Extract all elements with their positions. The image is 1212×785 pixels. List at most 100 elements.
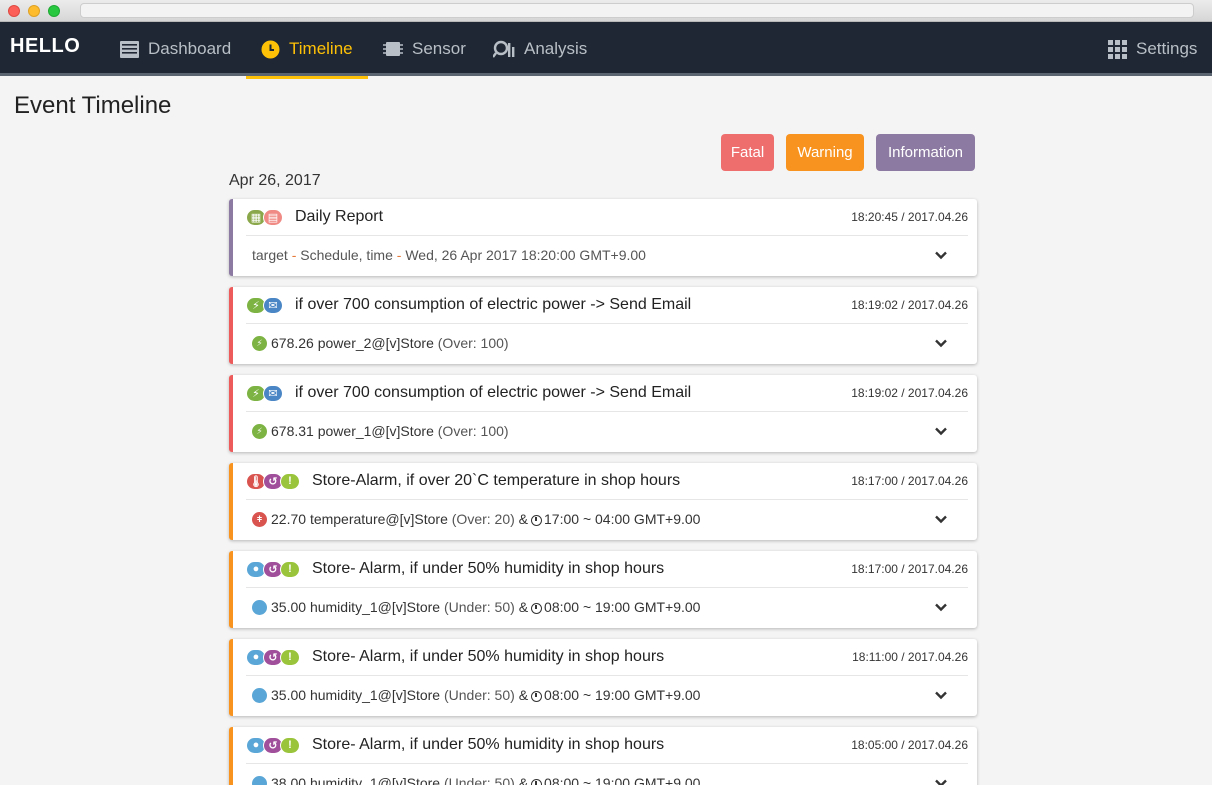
detail-ampersand: & <box>518 775 529 785</box>
alert-icon: ! <box>280 472 300 490</box>
sensor-condition: (Over: 100) <box>437 423 509 439</box>
close-window-button[interactable] <box>8 5 20 17</box>
clock-icon <box>531 778 543 785</box>
event-title: Store-Alarm, if over 20`C temperature in… <box>312 472 681 489</box>
zoom-window-button[interactable] <box>48 5 60 17</box>
sensor-name: power_1@[v]Store <box>317 423 434 439</box>
event-timestamp: 18:17:00 / 2017.04.26 <box>851 474 968 488</box>
event-timestamp: 18:20:45 / 2017.04.26 <box>851 210 968 224</box>
event-detail: 35.00 humidity_1@[v]Store (Under: 50) & 0… <box>252 591 948 623</box>
event-badges: ⚡ ✉ <box>246 296 283 314</box>
event-timestamp: 18:05:00 / 2017.04.26 <box>851 738 968 752</box>
alert-icon: ! <box>280 736 300 754</box>
event-badges: 🌡︎ ↺ ! <box>246 472 300 490</box>
event-badges: ● ↺ ! <box>246 560 300 578</box>
event-badges: ● ↺ ! <box>246 648 300 666</box>
detail-separator: - <box>287 247 301 263</box>
event-detail: ⚡ 678.31 power_1@[v]Store (Over: 100) <box>252 415 948 447</box>
detail-target-value: Schedule, time <box>300 247 393 263</box>
chevron-down-icon[interactable] <box>933 775 949 785</box>
event-detail: 35.00 humidity_1@[v]Store (Under: 50) & 0… <box>252 679 948 711</box>
filter-information-button[interactable]: Information <box>876 134 975 171</box>
report-icon: ▤ <box>263 208 283 226</box>
thermometer-icon: ǂ <box>252 511 267 527</box>
event-timestamp: 18:11:00 / 2017.04.26 <box>852 650 968 664</box>
detail-ampersand: & <box>518 687 529 703</box>
event-card[interactable]: ▦ ▤ Daily Report 18:20:45 / 2017.04.26 t… <box>229 199 977 276</box>
sensor-value: 678.26 <box>271 335 314 351</box>
shop-hours: 08:00 ~ 19:00 GMT+9.00 <box>544 775 701 785</box>
event-timestamp: 18:19:02 / 2017.04.26 <box>851 386 968 400</box>
sensor-value: 38.00 <box>271 775 307 785</box>
sensor-name: humidity_1@[v]Store <box>309 775 441 785</box>
event-card[interactable]: ⚡ ✉ if over 700 consumption of electric … <box>229 287 977 364</box>
grid-icon <box>1108 39 1127 59</box>
event-card[interactable]: ⚡ ✉ if over 700 consumption of electric … <box>229 375 977 452</box>
clock-icon <box>531 690 543 702</box>
event-card[interactable]: 🌡︎ ↺ ! Store-Alarm, if over 20`C tempera… <box>229 463 977 540</box>
event-title: if over 700 consumption of electric powe… <box>295 296 692 313</box>
nav-timeline[interactable]: Timeline <box>246 22 368 79</box>
shop-hours: 08:00 ~ 19:00 GMT+9.00 <box>544 687 701 703</box>
event-card[interactable]: ● ↺ ! Store- Alarm, if under 50% humidit… <box>229 727 977 785</box>
event-title: Daily Report <box>295 208 384 225</box>
nav-timeline-label: Timeline <box>289 39 353 58</box>
detail-schedule-time: Wed, 26 Apr 2017 18:20:00 GMT+9.00 <box>405 247 646 263</box>
sensor-value: 35.00 <box>271 687 307 703</box>
humidity-icon <box>252 599 267 615</box>
event-header: ⚡ ✉ if over 700 consumption of electric … <box>246 287 968 324</box>
event-detail: ⚡ 678.26 power_2@[v]Store (Over: 100) <box>252 327 948 359</box>
power-icon: ⚡ <box>252 335 267 351</box>
humidity-icon <box>252 687 267 703</box>
nav-dashboard[interactable]: Dashboard <box>120 22 231 76</box>
sensor-condition: (Under: 50) <box>443 775 515 785</box>
sensor-value: 22.70 <box>271 511 307 527</box>
event-badges: ● ↺ ! <box>246 736 300 754</box>
address-bar[interactable] <box>80 3 1194 18</box>
event-timestamp: 18:17:00 / 2017.04.26 <box>851 562 968 576</box>
nav-settings[interactable]: Settings <box>1108 22 1197 76</box>
event-header: ▦ ▤ Daily Report 18:20:45 / 2017.04.26 <box>246 199 968 236</box>
email-icon: ✉ <box>263 384 283 402</box>
chevron-down-icon[interactable] <box>933 335 949 351</box>
event-header: 🌡︎ ↺ ! Store-Alarm, if over 20`C tempera… <box>246 463 968 500</box>
nav-sensor[interactable]: Sensor <box>383 22 466 76</box>
chevron-down-icon[interactable] <box>933 599 949 615</box>
minimize-window-button[interactable] <box>28 5 40 17</box>
brand-logo[interactable]: HELLO <box>10 35 80 58</box>
nav-analysis[interactable]: Analysis <box>493 22 587 76</box>
alert-icon: ! <box>280 560 300 578</box>
event-detail: 38.00 humidity_1@[v]Store (Under: 50) & 0… <box>252 767 948 785</box>
filter-fatal-button[interactable]: Fatal <box>721 134 774 171</box>
event-card[interactable]: ● ↺ ! Store- Alarm, if under 50% humidit… <box>229 639 977 716</box>
chevron-down-icon[interactable] <box>933 247 949 263</box>
nav-sensor-label: Sensor <box>412 39 466 58</box>
sensor-name: temperature@[v]Store <box>309 511 448 527</box>
nav-analysis-label: Analysis <box>524 39 588 58</box>
alert-icon: ! <box>280 648 300 666</box>
shop-hours: 17:00 ~ 04:00 GMT+9.00 <box>544 511 701 527</box>
event-badges: ⚡ ✉ <box>246 384 283 402</box>
filter-warning-button[interactable]: Warning <box>786 134 864 171</box>
sensor-condition: (Under: 50) <box>443 687 515 703</box>
chevron-down-icon[interactable] <box>933 687 949 703</box>
event-title: Store- Alarm, if under 50% humidity in s… <box>312 560 665 577</box>
sensor-name: humidity_1@[v]Store <box>309 599 441 615</box>
nav-settings-label: Settings <box>1136 39 1198 58</box>
chevron-down-icon[interactable] <box>933 511 949 527</box>
clock-icon <box>531 602 543 614</box>
event-card[interactable]: ● ↺ ! Store- Alarm, if under 50% humidit… <box>229 551 977 628</box>
sensor-condition: (Over: 100) <box>437 335 509 351</box>
sensor-name: humidity_1@[v]Store <box>309 687 441 703</box>
chevron-down-icon[interactable] <box>933 423 949 439</box>
sensor-value: 678.31 <box>271 423 314 439</box>
shop-hours: 08:00 ~ 19:00 GMT+9.00 <box>544 599 701 615</box>
event-detail: ǂ 22.70 temperature@[v]Store (Over: 20) … <box>252 503 948 535</box>
event-title: Store- Alarm, if under 50% humidity in s… <box>312 736 665 753</box>
event-badges: ▦ ▤ <box>246 208 283 226</box>
timeline-date-heading: Apr 26, 2017 <box>229 172 321 189</box>
humidity-icon <box>252 775 267 785</box>
event-header: ● ↺ ! Store- Alarm, if under 50% humidit… <box>246 551 968 588</box>
sensor-value: 35.00 <box>271 599 307 615</box>
sensor-condition: (Over: 20) <box>451 511 515 527</box>
